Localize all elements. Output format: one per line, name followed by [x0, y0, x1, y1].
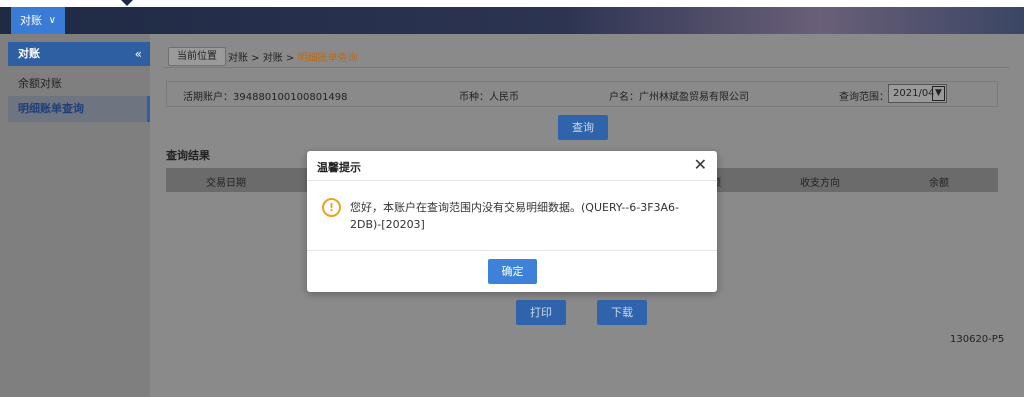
account-number: 活期账户：394880100100801498 — [183, 92, 348, 103]
dialog-divider — [307, 250, 717, 251]
column-header: 收支方向 — [800, 178, 840, 189]
notice-dialog: 温馨提示 ✕ ! 您好，本账户在查询范围内没有交易明细数据。(QUERY--6-… — [307, 151, 717, 292]
double-chevron-left-icon[interactable]: « — [135, 42, 142, 66]
sidebar-item-balance-reconciliation[interactable]: 余额对账 — [8, 71, 150, 97]
download-button[interactable]: 下载 — [597, 300, 647, 325]
warning-icon: ! — [322, 198, 341, 217]
range-value: 2021/04 — [893, 88, 935, 99]
chevron-down-icon: ∨ — [48, 15, 56, 26]
sidebar-item-label: 明细账单查询 — [18, 102, 84, 115]
sidebar-header-label: 对账 — [18, 47, 40, 60]
chevron-down-icon: ▼ — [932, 86, 945, 101]
sidebar-header: 对账 « — [8, 42, 150, 66]
currency: 币种：人民币 — [459, 92, 519, 103]
breadcrumb-current: 明细账单查询 — [297, 53, 358, 64]
query-button[interactable]: 查询 — [558, 115, 608, 140]
page-code: 130620-P5 — [950, 334, 1005, 345]
breadcrumb-tag: 当前位置 — [168, 47, 226, 66]
breadcrumb: 当前位置 对账 > 对账 > 明细账单查询 — [164, 47, 1010, 68]
account-info-panel: 活期账户：394880100100801498 币种：人民币 户名：广州林斌盈贸… — [166, 81, 998, 107]
sidebar-item-label: 余额对账 — [18, 77, 62, 90]
column-header: 余额 — [929, 178, 949, 189]
print-button[interactable]: 打印 — [516, 300, 566, 325]
tab-label: 对账 — [20, 14, 42, 27]
range-label: 查询范围： — [839, 92, 889, 103]
column-header: 交易日期 — [206, 178, 246, 189]
breadcrumb-parents: 对账 > 对账 > — [228, 53, 298, 64]
sidebar: 对账 « 余额对账 明细账单查询 — [0, 34, 150, 397]
tab-reconciliation[interactable]: 对账 ∨ — [11, 7, 65, 34]
account-holder: 户名：广州林斌盈贸易有限公司 — [609, 92, 749, 103]
top-navigation-bar: 对账 ∨ — [0, 0, 1024, 34]
dialog-divider — [307, 180, 717, 181]
confirm-button[interactable]: 确定 — [488, 259, 537, 284]
nav-pointer — [121, 0, 133, 6]
close-icon[interactable]: ✕ — [694, 155, 707, 175]
results-title: 查询结果 — [166, 149, 210, 162]
top-strip — [0, 0, 1024, 7]
range-select[interactable]: 2021/04 ▼ — [888, 84, 947, 103]
dialog-message: 您好，本账户在查询范围内没有交易明细数据。(QUERY--6-3F3A6-2DB… — [350, 201, 680, 231]
dialog-title: 温馨提示 — [317, 161, 361, 174]
sidebar-item-statement-query[interactable]: 明细账单查询 — [8, 96, 150, 122]
breadcrumb-path: 对账 > 对账 > 明细账单查询 — [228, 49, 357, 64]
